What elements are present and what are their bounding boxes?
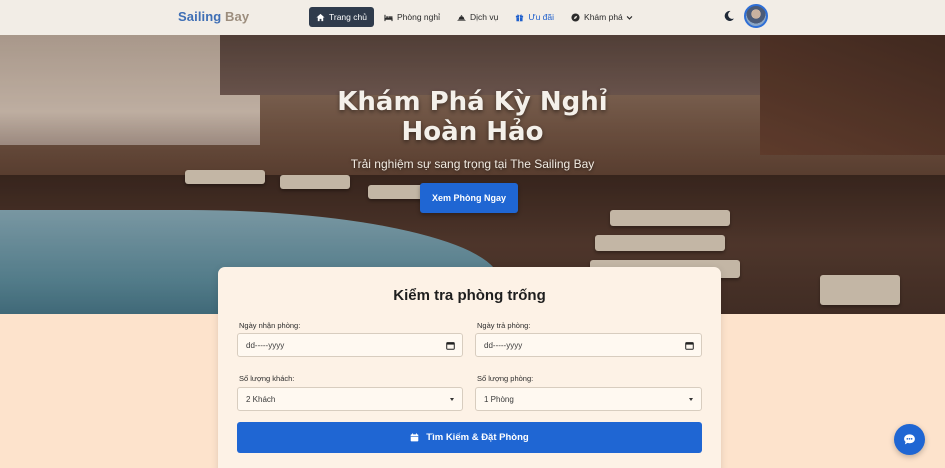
guests-select[interactable]: 2 Khách bbox=[237, 387, 463, 411]
nav-item-label: Trang chủ bbox=[329, 12, 367, 22]
moon-icon[interactable] bbox=[723, 10, 735, 22]
caret-down-icon bbox=[689, 398, 693, 401]
rooms-select[interactable]: 1 Phòng bbox=[475, 387, 702, 411]
rooms-select-value: 1 Phòng bbox=[484, 394, 514, 404]
nav-item-promotions[interactable]: Ưu đãi bbox=[508, 7, 561, 27]
brand-name-part1: Sailing bbox=[178, 9, 222, 24]
guests-label: Số lượng khách: bbox=[239, 374, 295, 383]
calendar-icon[interactable] bbox=[446, 341, 455, 350]
main-nav: Trang chủ Phòng nghỉ Dịch vụ Ưu đãi Khám… bbox=[309, 7, 643, 27]
chevron-down-icon bbox=[626, 15, 633, 20]
nav-item-label: Khám phá bbox=[584, 12, 623, 22]
search-book-button[interactable]: Tìm Kiếm & Đặt Phòng bbox=[237, 422, 702, 453]
calendar-check-icon bbox=[411, 433, 419, 442]
checkout-date-value: dd-----yyyy bbox=[484, 340, 523, 350]
checkin-date-value: dd-----yyyy bbox=[246, 340, 285, 350]
availability-card: Kiểm tra phòng trống Ngày nhận phòng: dd… bbox=[218, 267, 721, 468]
search-book-label: Tìm Kiếm & Đặt Phòng bbox=[426, 432, 529, 443]
checkout-date-input[interactable]: dd-----yyyy bbox=[475, 333, 702, 357]
chat-button[interactable] bbox=[894, 424, 925, 455]
home-icon bbox=[316, 13, 325, 21]
brand-logo[interactable]: Sailing Bay bbox=[178, 9, 249, 24]
view-rooms-button[interactable]: Xem Phòng Ngay bbox=[420, 183, 518, 213]
bell-icon bbox=[457, 14, 466, 21]
guests-select-value: 2 Khách bbox=[246, 394, 276, 404]
calendar-icon[interactable] bbox=[685, 341, 694, 350]
nav-item-rooms[interactable]: Phòng nghỉ bbox=[377, 7, 447, 27]
caret-down-icon bbox=[450, 398, 454, 401]
brand-name-part2: Bay bbox=[225, 9, 250, 24]
hero-title-line2: Hoàn Hảo bbox=[401, 117, 544, 147]
nav-item-label: Dịch vụ bbox=[469, 12, 499, 22]
nav-item-label: Phòng nghỉ bbox=[396, 12, 440, 22]
checkin-date-input[interactable]: dd-----yyyy bbox=[237, 333, 463, 357]
bed-icon bbox=[384, 14, 393, 21]
rooms-label: Số lượng phòng: bbox=[477, 374, 534, 383]
hero-subtitle: Trải nghiệm sự sang trọng tại The Sailin… bbox=[350, 157, 595, 171]
nav-item-explore[interactable]: Khám phá bbox=[564, 7, 640, 27]
nav-item-home[interactable]: Trang chủ bbox=[309, 7, 374, 27]
gift-icon bbox=[516, 13, 524, 21]
top-navbar: Sailing Bay Trang chủ Phòng nghỉ Dịch vụ… bbox=[0, 0, 945, 35]
availability-title: Kiểm tra phòng trống bbox=[393, 287, 546, 304]
avatar[interactable] bbox=[744, 4, 768, 28]
compass-icon bbox=[571, 12, 580, 22]
chat-bubble-icon bbox=[904, 434, 915, 445]
hero-title-line1: Khám Phá Kỳ Nghỉ bbox=[337, 87, 608, 117]
nav-item-label: Ưu đãi bbox=[528, 12, 555, 22]
checkin-label: Ngày nhận phòng: bbox=[239, 321, 301, 330]
nav-item-services[interactable]: Dịch vụ bbox=[450, 7, 505, 27]
hero-title: Khám Phá Kỳ Nghỉ Hoàn Hảo bbox=[0, 87, 945, 147]
checkout-label: Ngày trả phòng: bbox=[477, 321, 531, 330]
